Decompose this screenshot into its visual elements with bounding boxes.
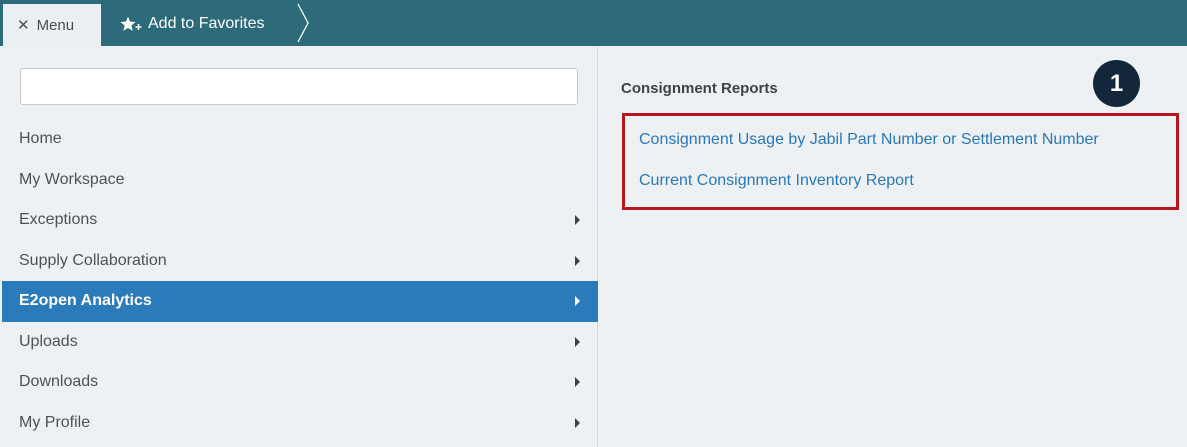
sidebar-item-home[interactable]: Home [0,119,598,160]
sidebar-item-label: Exceptions [19,211,98,229]
menu-label: Menu [36,16,75,34]
caret-right-icon [575,215,580,226]
menu-search-input[interactable] [20,68,578,105]
breadcrumb-chevron-icon [297,3,309,43]
callout-badge: 1 [1093,60,1140,107]
sidebar-menu: Home My Workspace Exceptions Supply Coll… [0,46,598,447]
sidebar-item-label: My Profile [19,413,91,431]
caret-right-icon [575,417,580,428]
report-link-consignment-usage[interactable]: Consignment Usage by Jabil Part Number o… [639,131,1099,149]
report-link-current-consignment-inventory[interactable]: Current Consignment Inventory Report [639,172,914,190]
sidebar-item-label: E2open Analytics [19,292,152,310]
close-icon: ✕ [17,16,30,34]
sidebar-item-label: Supply Collaboration [19,251,167,269]
sidebar-item-supply-collaboration[interactable]: Supply Collaboration [0,241,598,282]
star-plus-icon [120,16,142,32]
menu-toggle-tab[interactable]: ✕ Menu [3,4,101,46]
sidebar-item-downloads[interactable]: Downloads [0,362,598,403]
submenu-panel: Consignment Reports 1 Consignment Usage … [598,46,1187,447]
sidebar-item-my-workspace[interactable]: My Workspace [0,160,598,201]
sidebar-nav-list: Home My Workspace Exceptions Supply Coll… [0,119,598,443]
add-to-favorites-label: Add to Favorites [148,15,265,32]
sidebar-item-exceptions[interactable]: Exceptions [0,200,598,241]
caret-right-icon [575,296,580,307]
caret-right-icon [575,255,580,266]
sidebar-item-uploads[interactable]: Uploads [0,322,598,363]
top-navigation-bar: ✕ Menu Add to Favorites [0,0,1187,46]
sidebar-item-label: Downloads [19,373,99,391]
sidebar-item-my-profile[interactable]: My Profile [0,403,598,444]
highlight-box [622,113,1179,210]
sidebar-item-label: My Workspace [19,170,125,188]
caret-right-icon [575,377,580,388]
section-title: Consignment Reports [621,80,778,97]
caret-right-icon [575,336,580,347]
sidebar-item-label: Uploads [19,332,78,350]
add-to-favorites-button[interactable]: Add to Favorites [102,4,265,44]
sidebar-item-e2open-analytics[interactable]: E2open Analytics [2,281,598,322]
sidebar-item-label: Home [19,130,62,148]
